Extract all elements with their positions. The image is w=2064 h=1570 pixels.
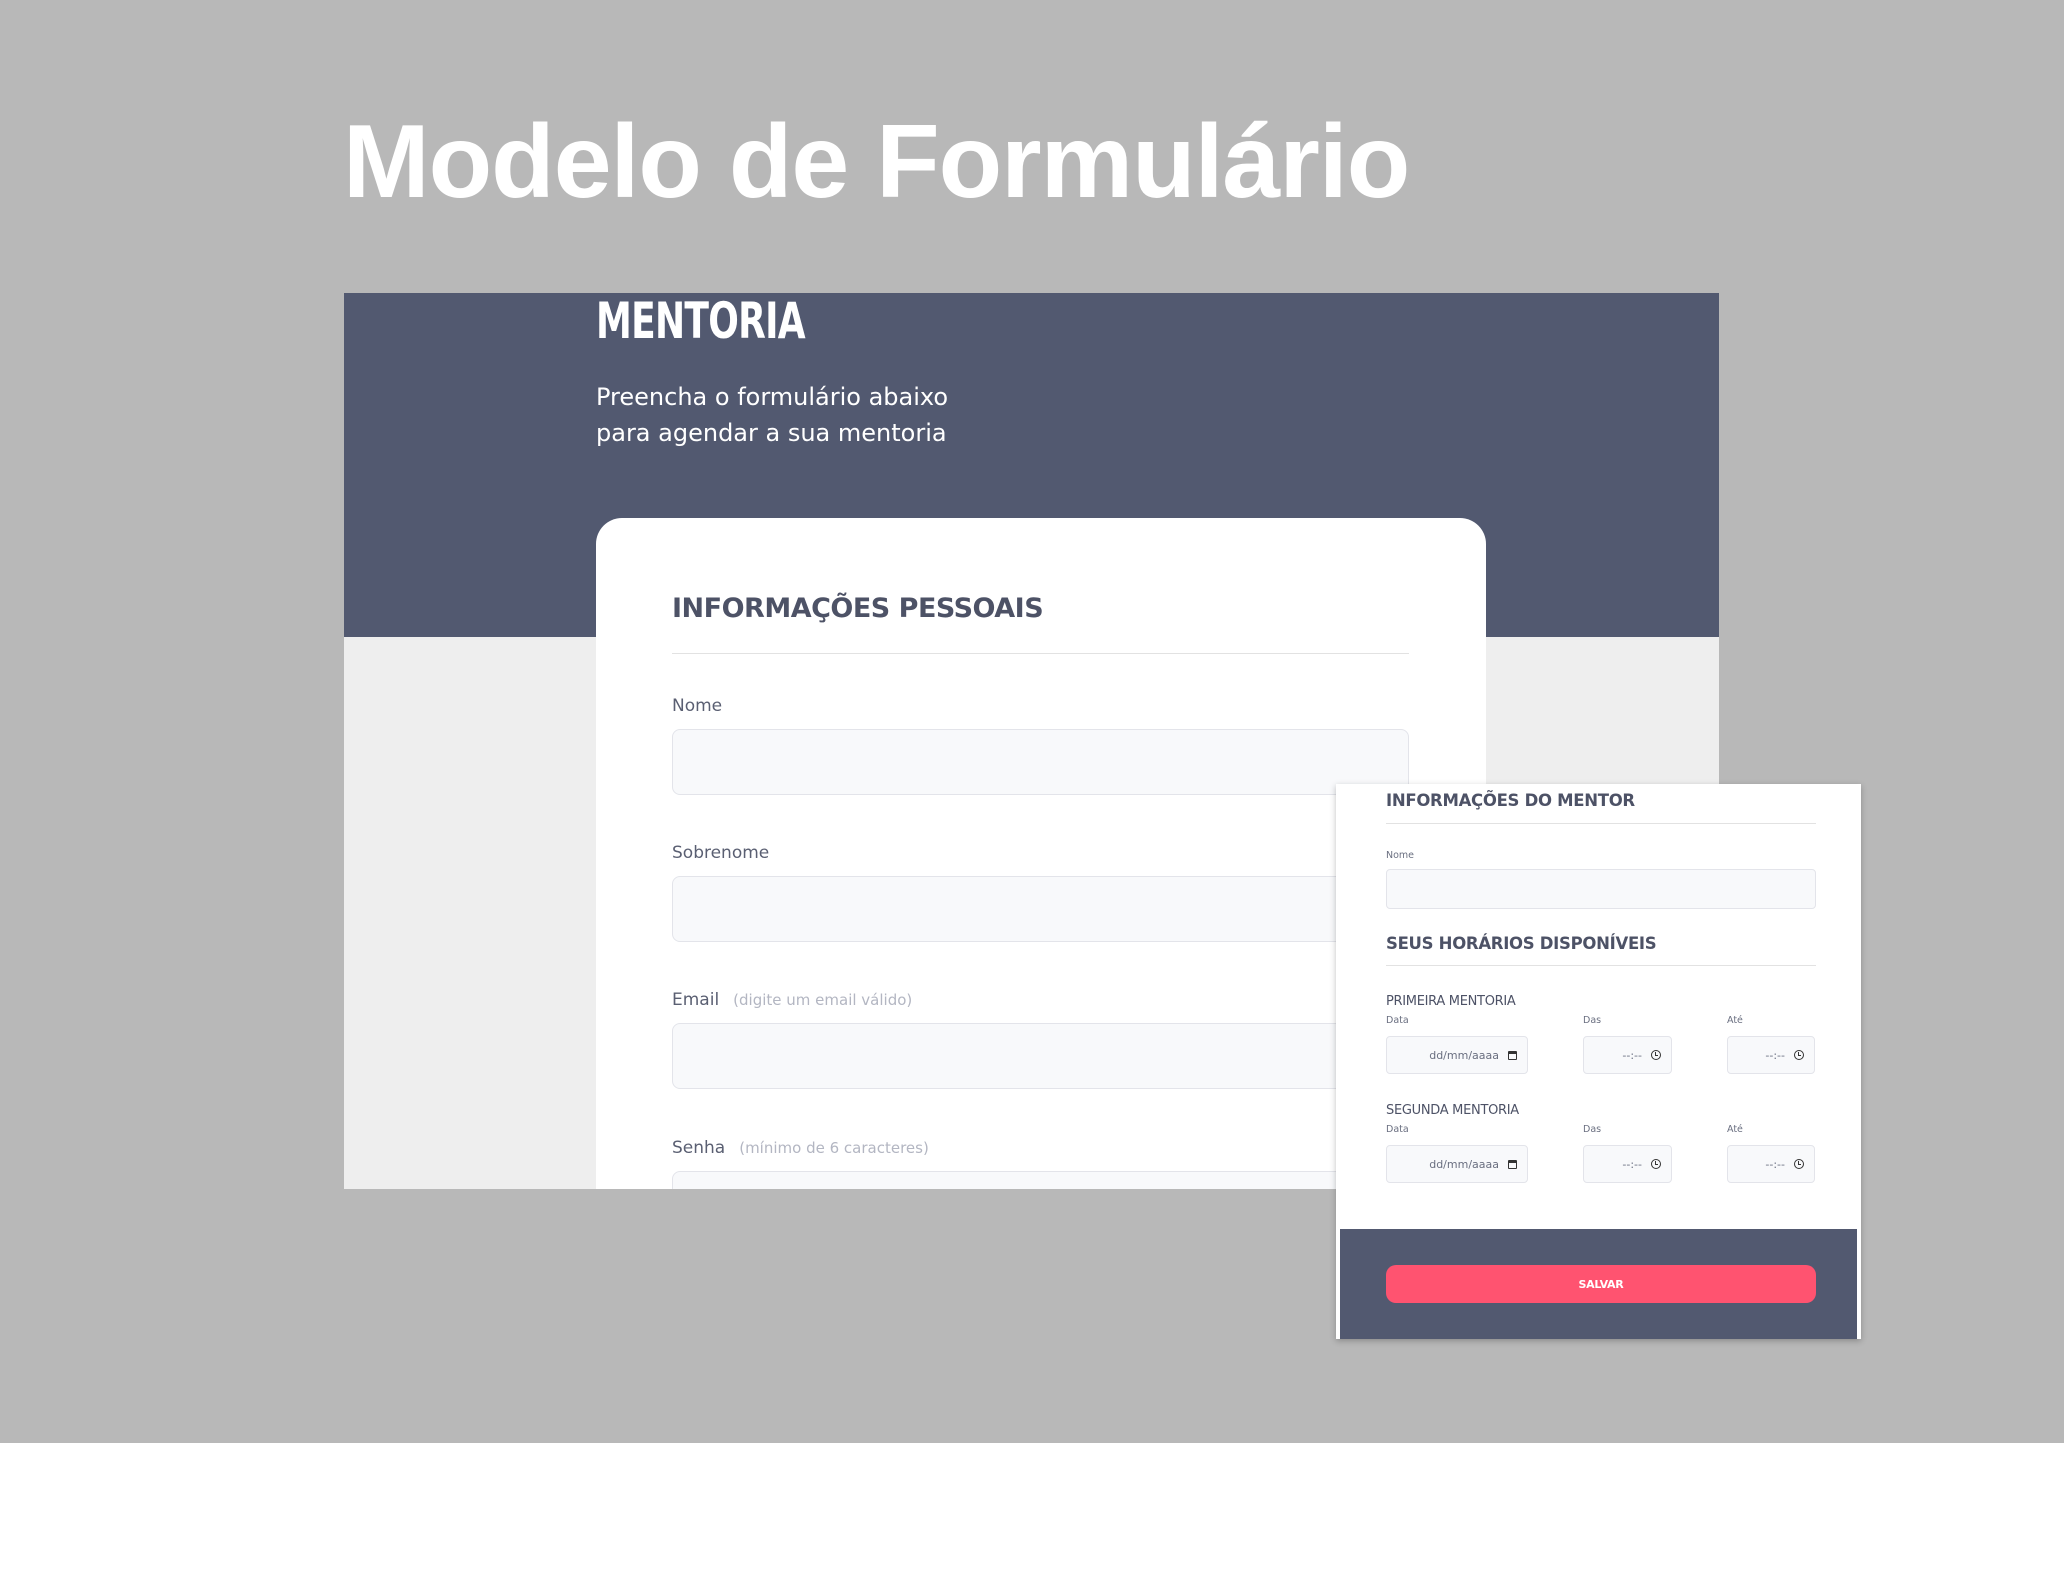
date-label: Data (1386, 1015, 1409, 1026)
second-date-input[interactable]: dd/mm/aaaa (1386, 1145, 1528, 1183)
mentor-schedule-panel: INFORMAÇÕES DO MENTOR Nome SEUS HORÁRIOS… (1336, 784, 1861, 1339)
page-title: Modelo de Formulário (343, 104, 1410, 220)
session-title-first: PRIMEIRA MENTORIA (1386, 994, 1516, 1009)
hero-subtitle-line-1: Preencha o formulário abaixo (596, 383, 949, 411)
field-label-sobrenome: Sobrenome (672, 843, 769, 863)
time-placeholder: --:-- (1765, 1048, 1785, 1062)
field-hint-email: (digite um email válido) (733, 991, 913, 1009)
sobrenome-input[interactable] (672, 876, 1409, 942)
second-from-time-input[interactable]: --:-- (1583, 1145, 1672, 1183)
to-label: Até (1727, 1015, 1743, 1026)
clock-icon[interactable] (1651, 1159, 1661, 1169)
section-divider (1386, 965, 1816, 966)
hero-subtitle: Preencha o formulário abaixo para agenda… (596, 379, 1016, 451)
first-to-time-input[interactable]: --:-- (1727, 1036, 1815, 1074)
field-label-text: Nome (672, 696, 723, 716)
section-title-mentor-info: INFORMAÇÕES DO MENTOR (1386, 791, 1635, 810)
first-date-input[interactable]: dd/mm/aaaa (1386, 1036, 1528, 1074)
time-placeholder: --:-- (1622, 1157, 1642, 1171)
time-placeholder: --:-- (1765, 1157, 1785, 1171)
field-label-text: Sobrenome (672, 843, 770, 863)
to-label: Até (1727, 1124, 1743, 1135)
field-label-text: Email (672, 990, 720, 1010)
clock-icon[interactable] (1794, 1159, 1804, 1169)
from-label: Das (1583, 1015, 1602, 1026)
senha-input[interactable] (672, 1171, 1409, 1189)
section-title-schedule: SEUS HORÁRIOS DISPONÍVEIS (1386, 934, 1657, 953)
clock-icon[interactable] (1794, 1050, 1804, 1060)
field-label-email: Email (digite um email válido) (672, 990, 912, 1010)
first-from-time-input[interactable]: --:-- (1583, 1036, 1672, 1074)
panel-footer: SALVAR (1340, 1229, 1857, 1339)
field-hint-senha: (mínimo de 6 caracteres) (739, 1139, 929, 1157)
save-button[interactable]: SALVAR (1386, 1265, 1816, 1303)
date-placeholder: dd/mm/aaaa (1429, 1157, 1499, 1171)
section-divider (1386, 823, 1816, 824)
mentor-name-label: Nome (1386, 850, 1415, 861)
hero-subtitle-line-2: para agendar a sua mentoria (596, 419, 947, 447)
section-divider (672, 653, 1409, 654)
time-placeholder: --:-- (1622, 1048, 1642, 1062)
field-label-nome: Nome (672, 696, 722, 716)
section-title-personal-info: INFORMAÇÕES PESSOAIS (672, 593, 1044, 624)
calendar-icon[interactable] (1508, 1050, 1517, 1060)
nome-input[interactable] (672, 729, 1409, 795)
field-label-senha: Senha (mínimo de 6 caracteres) (672, 1138, 929, 1158)
date-label: Data (1386, 1124, 1409, 1135)
from-label: Das (1583, 1124, 1602, 1135)
calendar-icon[interactable] (1508, 1159, 1517, 1169)
session-title-second: SEGUNDA MENTORIA (1386, 1103, 1519, 1118)
date-placeholder: dd/mm/aaaa (1429, 1048, 1499, 1062)
mentor-name-input[interactable] (1386, 869, 1816, 909)
email-input[interactable] (672, 1023, 1409, 1089)
brand-title: MENTORIA (596, 293, 806, 350)
second-to-time-input[interactable]: --:-- (1727, 1145, 1815, 1183)
clock-icon[interactable] (1651, 1050, 1661, 1060)
field-label-text: Senha (672, 1138, 726, 1158)
